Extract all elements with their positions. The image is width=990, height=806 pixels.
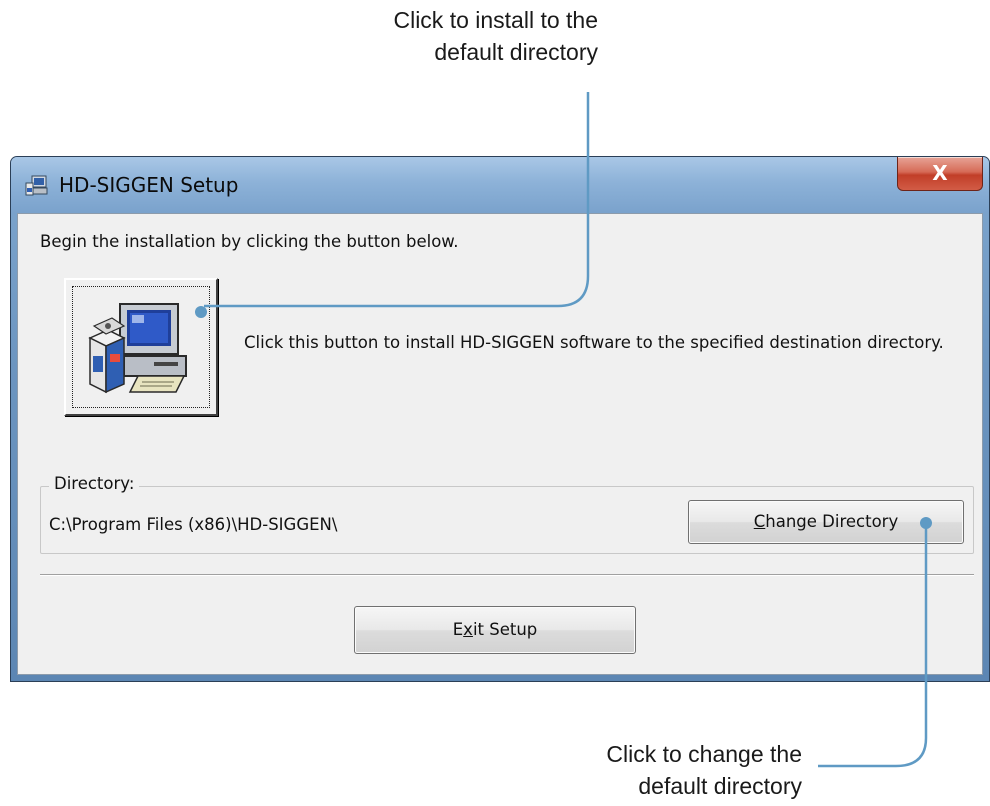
directory-path: C:\Program Files (x86)\HD-SIGGEN\ [49, 515, 338, 534]
install-prompt: Begin the installation by clicking the b… [40, 232, 459, 251]
change-directory-button[interactable]: Change Directory [688, 500, 964, 544]
title-bar[interactable]: HD-SIGGEN Setup X [11, 157, 989, 213]
window-title: HD-SIGGEN Setup [59, 173, 239, 197]
exit-label-prefix: E [452, 620, 464, 639]
callout-change-line1: Click to change the [606, 741, 802, 767]
install-button[interactable] [64, 278, 218, 416]
callout-change-line2: default directory [638, 773, 802, 799]
callout-change-note: Click to change the default directory [480, 738, 802, 802]
client-area: Begin the installation by clicking the b… [17, 213, 983, 675]
close-button[interactable]: X [897, 157, 983, 191]
callout-install-line1: Click to install to the [393, 7, 598, 33]
setup-icon [25, 175, 49, 197]
callout-install-line2: default directory [434, 39, 598, 65]
install-description: Click this button to install HD-SIGGEN s… [244, 333, 944, 352]
setup-window: HD-SIGGEN Setup X Begin the installation… [10, 156, 990, 682]
exit-mnemonic: x [463, 620, 473, 639]
exit-setup-button[interactable]: Exit Setup [354, 606, 636, 654]
separator [40, 574, 974, 576]
callout-install-note: Click to install to the default director… [250, 4, 598, 68]
change-directory-label-rest: hange Directory [765, 512, 899, 531]
directory-label: Directory: [49, 474, 140, 493]
close-icon: X [932, 161, 948, 185]
change-directory-mnemonic: C [753, 512, 766, 531]
exit-label-rest: it Setup [472, 620, 538, 639]
